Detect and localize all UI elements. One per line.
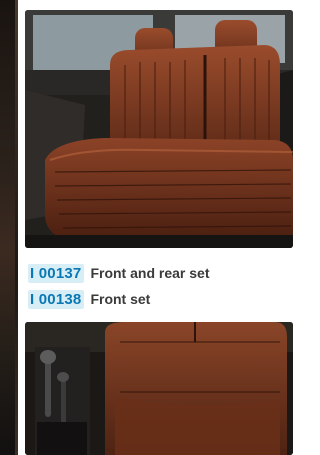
product-code-badge: I 00138 (28, 289, 85, 309)
product-row-front-and-rear-set: I 00137 Front and rear set (28, 263, 209, 283)
rear-bench-leather-seat-photo (25, 10, 293, 248)
product-label: Front and rear set (90, 265, 210, 281)
product-code-badge: I 00137 (28, 263, 85, 283)
left-edge-photo-strip (0, 0, 18, 455)
front-seat-leather-photo (25, 322, 293, 455)
product-row-front-set: I 00138 Front set (28, 289, 150, 309)
product-label: Front set (90, 291, 151, 307)
